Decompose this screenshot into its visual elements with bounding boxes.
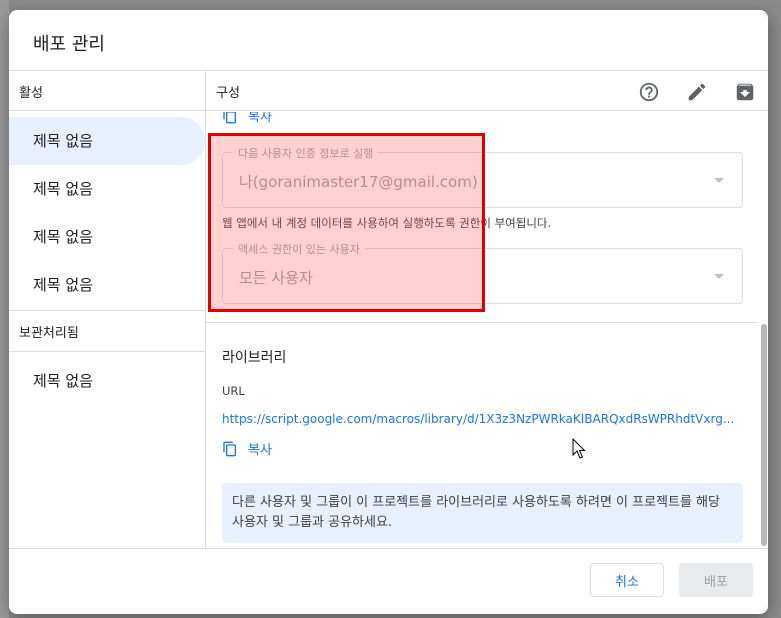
active-section-header: 활성 bbox=[19, 86, 43, 101]
access-value: 모든 사용자 bbox=[239, 269, 313, 287]
deployment-item-label: 제목 없음 bbox=[33, 372, 93, 390]
manage-deployments-dialog: 배포 관리 활성 제목 없음 제목 없음 제목 없음 제목 없음 보관처리됨 제… bbox=[9, 10, 768, 614]
deployment-item-active-1[interactable]: 제목 없음 bbox=[9, 117, 205, 165]
help-button[interactable] bbox=[635, 78, 663, 106]
right-header-divider bbox=[206, 110, 768, 111]
left-header-divider bbox=[9, 110, 205, 111]
copy-label: 복사 bbox=[248, 443, 272, 458]
archived-divider-bottom bbox=[9, 351, 205, 352]
deployment-item-archived-1[interactable]: 제목 없음 bbox=[9, 357, 205, 405]
execute-as-select[interactable]: 다음 사용자 인증 정보로 실행 나(goranimaster17@gmail.… bbox=[222, 145, 743, 208]
dropdown-arrow-icon bbox=[714, 274, 724, 279]
deployment-item-active-4[interactable]: 제목 없음 bbox=[9, 261, 205, 309]
copy-icon bbox=[223, 112, 236, 123]
deploy-button[interactable]: 배포 bbox=[679, 563, 753, 597]
dialog-title: 배포 관리 bbox=[33, 34, 105, 55]
cancel-button[interactable]: 취소 bbox=[590, 563, 664, 597]
deployment-item-label: 제목 없음 bbox=[33, 132, 93, 150]
help-circle-icon bbox=[639, 82, 659, 102]
execute-as-helper-text: 웹 앱에서 내 계정 데이터를 사용하여 실행하도록 권한이 부여됩니다. bbox=[222, 216, 552, 230]
access-select[interactable]: 액세스 권한이 있는 사용자 모든 사용자 bbox=[222, 241, 743, 304]
archived-section-header: 보관처리됨 bbox=[19, 326, 79, 341]
archived-divider-top bbox=[9, 310, 205, 311]
archive-icon bbox=[736, 83, 754, 101]
copy-deployment-button[interactable]: 복사 bbox=[222, 112, 272, 125]
copy-url-button[interactable]: 복사 bbox=[222, 439, 272, 458]
access-label: 액세스 권한이 있는 사용자 bbox=[233, 241, 365, 257]
footer-divider bbox=[9, 548, 768, 549]
mouse-pointer-icon bbox=[572, 438, 586, 459]
background-page bbox=[0, 0, 9, 618]
archive-button[interactable] bbox=[731, 78, 759, 106]
library-section-title: 라이브러리 bbox=[222, 350, 287, 366]
deployment-item-label: 제목 없음 bbox=[33, 276, 93, 294]
library-divider bbox=[206, 322, 758, 323]
library-url-link[interactable]: https://script.google.com/macros/library… bbox=[222, 412, 744, 426]
content-scrollbar-thumb[interactable] bbox=[761, 324, 767, 546]
deployment-item-active-3[interactable]: 제목 없음 bbox=[9, 213, 205, 261]
configuration-header: 구성 bbox=[216, 86, 240, 101]
library-share-info: 다른 사용자 및 그룹이 이 프로젝트를 라이브러리로 사용하도록 하려면 이 … bbox=[222, 483, 743, 543]
title-divider bbox=[9, 70, 768, 71]
pencil-icon bbox=[688, 83, 706, 101]
copy-icon bbox=[223, 441, 236, 456]
copy-label: 복사 bbox=[248, 112, 272, 125]
deployment-item-label: 제목 없음 bbox=[33, 180, 93, 198]
deployment-item-active-2[interactable]: 제목 없음 bbox=[9, 165, 205, 213]
configuration-content: 복사 다음 사용자 인증 정보로 실행 나(goranimaster17@gma… bbox=[206, 112, 768, 548]
execute-as-label: 다음 사용자 인증 정보로 실행 bbox=[233, 145, 379, 161]
dropdown-arrow-icon bbox=[714, 178, 724, 183]
url-label: URL bbox=[222, 384, 245, 398]
edit-button[interactable] bbox=[683, 78, 711, 106]
deployment-item-label: 제목 없음 bbox=[33, 228, 93, 246]
execute-as-value: 나(goranimaster17@gmail.com) bbox=[239, 173, 478, 191]
